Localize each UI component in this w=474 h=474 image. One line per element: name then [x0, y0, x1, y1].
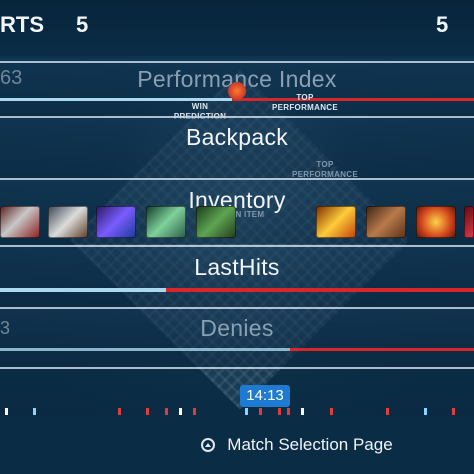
- boots-icon[interactable]: [366, 206, 406, 238]
- timeline-event-tick[interactable]: [118, 408, 121, 415]
- fire-orb-icon[interactable]: [416, 206, 456, 238]
- timeline-event-tick[interactable]: [259, 408, 262, 415]
- timeline-event-tick[interactable]: [301, 408, 304, 415]
- match-selection-label: Match Selection Page: [227, 435, 393, 454]
- timeline-event-tick[interactable]: [330, 408, 333, 415]
- denies-bar-red: [290, 348, 474, 351]
- timeline-event-tick[interactable]: [386, 408, 389, 415]
- timeline-event-tick[interactable]: [5, 408, 8, 415]
- timeline-event-tick[interactable]: [33, 408, 36, 415]
- lasthits-bar-red: [166, 288, 474, 292]
- timeline-event-tick[interactable]: [165, 408, 168, 415]
- timeline-event-tick[interactable]: [193, 408, 196, 415]
- backpack-title: Backpack: [185, 124, 289, 150]
- timeline-event-tick[interactable]: [287, 408, 290, 415]
- timeline-event-tick[interactable]: [245, 408, 248, 415]
- score-right: 5: [436, 12, 449, 37]
- blood-axe-icon[interactable]: [0, 206, 40, 238]
- scoreboard-bar: RTS 5 5: [0, 0, 474, 56]
- timeline-event-tick[interactable]: [452, 408, 455, 415]
- hero-portrait-icon: [228, 82, 246, 100]
- team-left-label: RTS: [0, 12, 44, 37]
- divider: [0, 367, 474, 369]
- green-skull-icon[interactable]: [196, 206, 236, 238]
- denies-bar-blue: [0, 348, 290, 351]
- match-clock: 14:13: [240, 385, 290, 407]
- top-performance-label: TOP PERFORMANCE: [272, 93, 338, 112]
- divider: [0, 61, 474, 63]
- timeline-event-tick[interactable]: [146, 408, 149, 415]
- fire-sword-icon[interactable]: [316, 206, 356, 238]
- red-gem-icon[interactable]: [464, 206, 474, 238]
- timeline-event-tick[interactable]: [424, 408, 427, 415]
- lasthits-bar-blue: [0, 288, 166, 292]
- match-selection-page-button[interactable]: Match Selection Page: [120, 416, 474, 474]
- lasthits-title: LastHits: [194, 254, 280, 280]
- circle-up-icon: [201, 438, 216, 452]
- timeline-event-tick[interactable]: [179, 408, 182, 415]
- denies-title: Denies: [200, 315, 274, 341]
- battle-axe-icon[interactable]: [48, 206, 88, 238]
- timeline-event-tick[interactable]: [278, 408, 281, 415]
- purple-claw-icon[interactable]: [96, 206, 136, 238]
- match-timeline[interactable]: [0, 408, 474, 416]
- green-dagger-icon[interactable]: [146, 206, 186, 238]
- score-left: 5: [76, 12, 89, 37]
- performance-bar-blue: [0, 98, 232, 101]
- top-performance-label-faded: TOP PERFORMANCE: [292, 160, 358, 179]
